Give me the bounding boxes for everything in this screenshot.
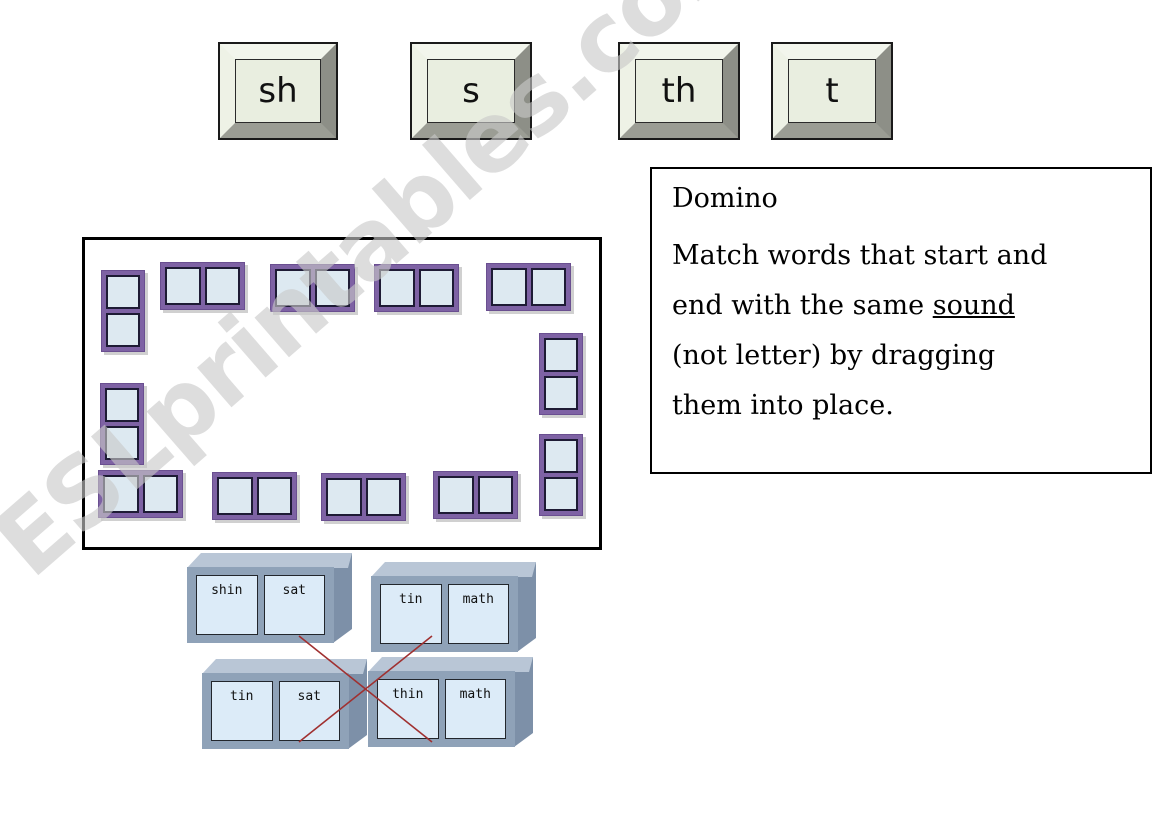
- slot-cell[interactable]: [379, 269, 415, 307]
- domino-body: shin sat: [187, 567, 334, 643]
- domino-right-word: math: [447, 584, 509, 644]
- domino-top-face: [202, 659, 367, 674]
- slot-top-1[interactable]: [160, 262, 245, 310]
- slot-cell[interactable]: [106, 313, 140, 347]
- slot-left-2[interactable]: [100, 383, 144, 465]
- slot-right-1[interactable]: [539, 333, 583, 415]
- instruction-box: Domino Match words that start and end wit…: [650, 167, 1152, 474]
- instruction-title: Domino: [672, 183, 778, 214]
- slot-cell[interactable]: [256, 477, 292, 515]
- instruction-lines: Match words that start and end with the s…: [672, 242, 1130, 419]
- domino-tin-math[interactable]: tin math: [371, 562, 536, 652]
- domino-left-word: tin: [211, 681, 273, 741]
- domino-right-word: sat: [278, 681, 340, 741]
- domino-left-word: tin: [380, 584, 442, 644]
- sound-tile-s[interactable]: s: [410, 42, 532, 140]
- instruction-line-4: them into place.: [672, 392, 1130, 419]
- slot-right-2[interactable]: [539, 434, 583, 516]
- slot-left-1[interactable]: [101, 270, 145, 352]
- sound-tile-t[interactable]: t: [771, 42, 893, 140]
- slot-cell[interactable]: [544, 376, 578, 410]
- sound-tile-label: sh: [235, 59, 321, 123]
- slot-cell[interactable]: [314, 269, 350, 307]
- domino-tin-sat[interactable]: tin sat: [202, 659, 367, 749]
- slot-bottom-3[interactable]: [321, 473, 406, 521]
- slot-cell[interactable]: [204, 267, 240, 305]
- slot-cell[interactable]: [105, 388, 139, 422]
- sound-tile-label: t: [788, 59, 876, 123]
- slot-cell[interactable]: [103, 475, 139, 513]
- instruction-line-2: end with the same sound: [672, 292, 1130, 319]
- slot-cell[interactable]: [544, 338, 578, 372]
- domino-body: tin sat: [202, 673, 349, 749]
- slot-cell[interactable]: [326, 478, 362, 516]
- domino-left-word: thin: [377, 679, 439, 739]
- instruction-line-text: end with the same: [672, 290, 933, 321]
- slot-top-2[interactable]: [270, 264, 355, 312]
- domino-top-face: [368, 657, 533, 672]
- slot-cell[interactable]: [142, 475, 178, 513]
- domino-right-word: sat: [263, 575, 325, 635]
- slot-cell[interactable]: [491, 268, 527, 306]
- domino-top-face: [371, 562, 536, 577]
- slot-cell[interactable]: [217, 477, 253, 515]
- sound-tile-th[interactable]: th: [618, 42, 740, 140]
- slot-bottom-1[interactable]: [98, 470, 183, 518]
- slot-bottom-2[interactable]: [212, 472, 297, 520]
- domino-shin-sat[interactable]: shin sat: [187, 553, 352, 643]
- instruction-underlined-word: sound: [932, 290, 1015, 321]
- instruction-line-text: Match words that start and: [672, 240, 1048, 271]
- slot-cell[interactable]: [544, 477, 578, 511]
- slot-cell[interactable]: [105, 426, 139, 460]
- sound-tile-sh[interactable]: sh: [218, 42, 338, 140]
- slot-cell[interactable]: [365, 478, 401, 516]
- domino-top-face: [187, 553, 352, 568]
- slot-cell[interactable]: [106, 275, 140, 309]
- domino-left-word: shin: [196, 575, 258, 635]
- worksheet-page: sh s th t shin sat tin math tin sat thin math Domi…: [0, 0, 1169, 821]
- instruction-line-1: Match words that start and: [672, 242, 1130, 269]
- slot-cell[interactable]: [438, 476, 474, 514]
- slot-top-3[interactable]: [374, 264, 459, 312]
- slot-cell[interactable]: [544, 439, 578, 473]
- sound-tile-label: s: [427, 59, 515, 123]
- instruction-line-3: (not letter) by dragging: [672, 342, 1130, 369]
- sound-tile-label: th: [635, 59, 723, 123]
- instruction-line-text: them into place.: [672, 390, 894, 421]
- domino-body: thin math: [368, 671, 515, 747]
- slot-bottom-4[interactable]: [433, 471, 518, 519]
- slot-cell[interactable]: [477, 476, 513, 514]
- instruction-line-text: (not letter) by dragging: [672, 340, 996, 371]
- slot-cell[interactable]: [530, 268, 566, 306]
- slot-cell[interactable]: [165, 267, 201, 305]
- domino-right-word: math: [444, 679, 506, 739]
- slot-cell[interactable]: [418, 269, 454, 307]
- slot-top-4[interactable]: [486, 263, 571, 311]
- domino-body: tin math: [371, 576, 518, 652]
- slot-cell[interactable]: [275, 269, 311, 307]
- domino-thin-math[interactable]: thin math: [368, 657, 533, 747]
